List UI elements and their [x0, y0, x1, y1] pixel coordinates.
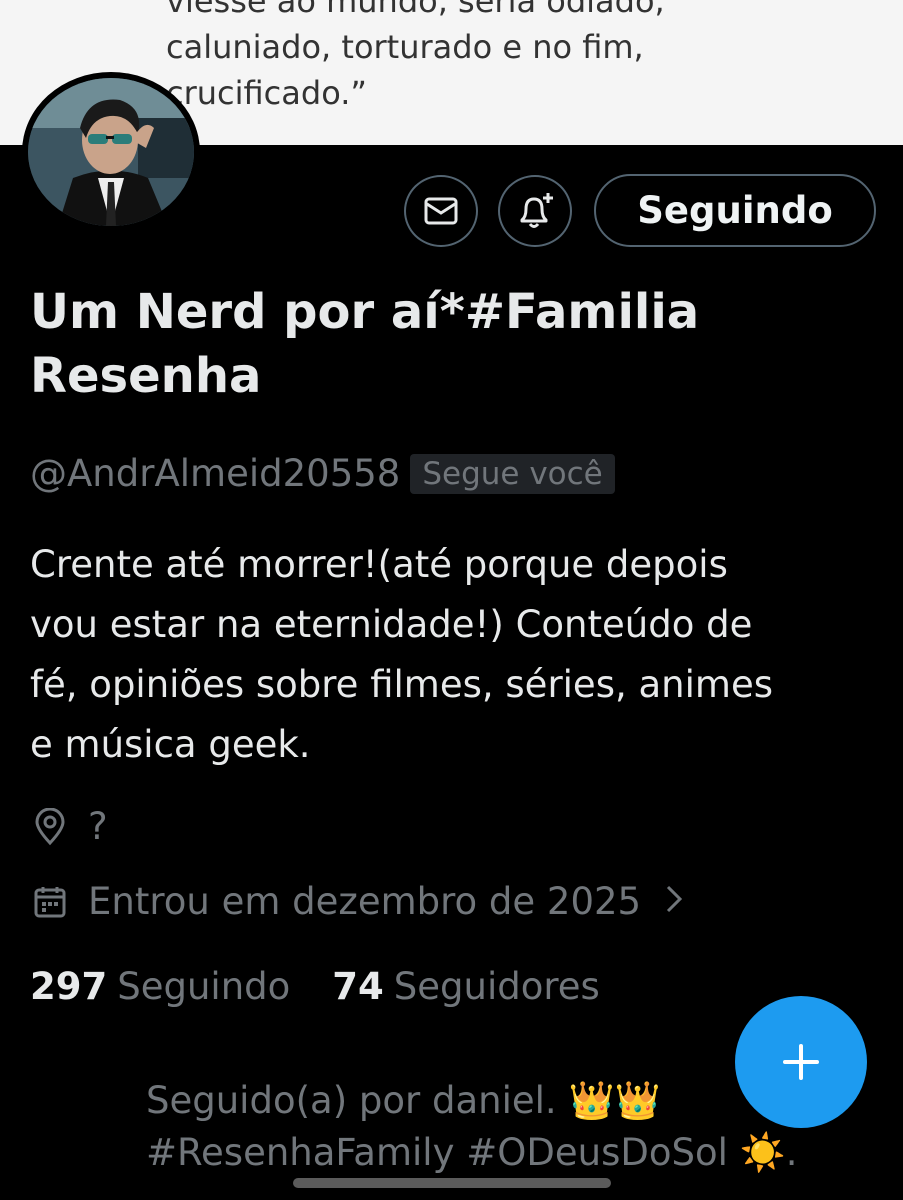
chevron-right-icon [665, 880, 683, 923]
avatar[interactable] [22, 72, 200, 232]
following-stat[interactable]: 297 Seguindo [30, 965, 290, 1008]
user-handle: @AndrAlmeid20558 [30, 452, 401, 495]
notifications-button[interactable] [498, 175, 572, 247]
following-label: Seguindo [117, 965, 291, 1008]
bio-line: e música geek. [30, 723, 311, 766]
envelope-icon [424, 197, 458, 225]
display-name: Um Nerd por aí*#Familia Resenha [30, 284, 700, 404]
pinned-post-line: viesse ao mundo, seria odiado, [166, 0, 665, 20]
location-row: ? [30, 805, 108, 848]
follows-you-badge: Segue você [410, 453, 615, 494]
location-text: ? [88, 805, 108, 848]
pinned-post-line: caluniado, torturado e no fim, [166, 28, 644, 66]
following-count: 297 [30, 965, 108, 1008]
handle-row: @AndrAlmeid20558 Segue você [30, 452, 615, 495]
followed-by-line: #ResenhaFamily #ODeusDoSol ☀️. [146, 1131, 798, 1174]
message-button[interactable] [404, 175, 478, 247]
followers-count: 74 [332, 965, 384, 1008]
home-indicator [293, 1178, 611, 1188]
location-pin-icon [30, 807, 70, 847]
pinned-post-text: viesse ao mundo, seria odiado, caluniado… [166, 0, 866, 116]
joined-text: Entrou em dezembro de 2025 [88, 880, 642, 923]
calendar-icon [30, 882, 70, 922]
joined-row[interactable]: Entrou em dezembro de 2025 [30, 880, 683, 923]
bell-plus-icon [520, 193, 553, 228]
follow-stats: 297 Seguindo 74 Seguidores [30, 965, 642, 1008]
pinned-post-line: crucificado.” [166, 74, 367, 112]
compose-button[interactable] [735, 996, 867, 1128]
bio: Crente até morrer!(até porque depois vou… [30, 535, 880, 775]
plus-icon [783, 1044, 819, 1080]
followers-label: Seguidores [393, 965, 600, 1008]
avatar-illustration [28, 78, 194, 226]
bio-line: fé, opiniões sobre filmes, séries, anime… [30, 663, 773, 706]
bio-line: vou estar na eternidade!) Conteúdo de [30, 603, 753, 646]
followers-stat[interactable]: 74 Seguidores [332, 965, 600, 1008]
following-button[interactable]: Seguindo [594, 174, 876, 247]
bio-line: Crente até morrer!(até porque depois [30, 543, 728, 586]
